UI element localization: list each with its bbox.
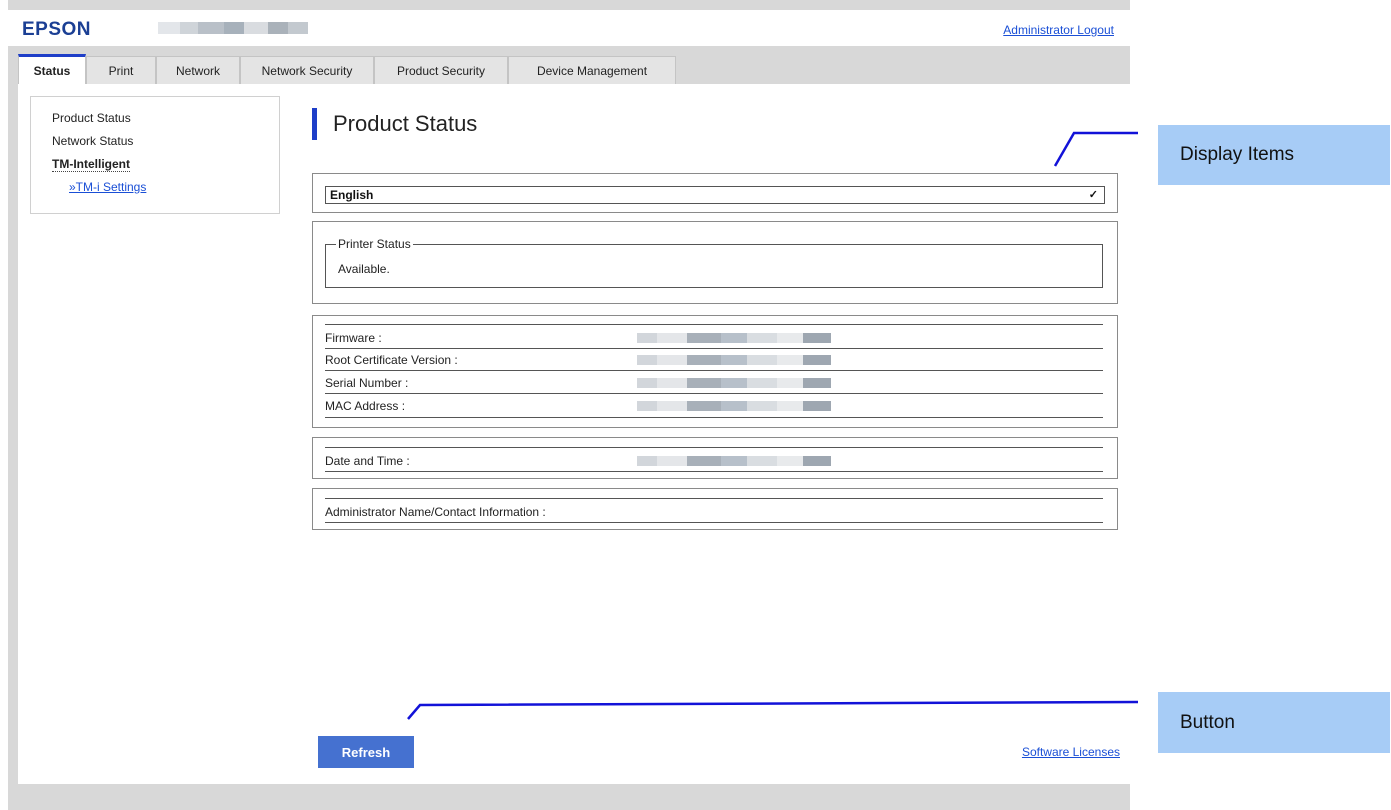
sidebar-item-network-status[interactable]: Network Status [52,134,133,148]
tab-product-security[interactable]: Product Security [374,56,508,84]
tab-network-security[interactable]: Network Security [240,56,374,84]
printer-status-box: Printer Status Available. [312,221,1118,304]
date-time-value-masked [637,456,831,466]
language-select-value: English [330,188,374,202]
divider [325,348,1103,349]
printer-status-value: Available. [338,262,390,276]
root-certificate-label: Root Certificate Version : [325,353,458,367]
divider [325,447,1103,448]
language-select[interactable]: English ✓ [325,186,1105,204]
divider [325,522,1103,523]
administrator-logout-link[interactable]: Administrator Logout [1003,23,1114,37]
sidebar-item-tm-intelligent[interactable]: TM-Intelligent [52,157,130,172]
tab-print[interactable]: Print [86,56,156,84]
refresh-button[interactable]: Refresh [318,736,414,768]
date-time-label: Date and Time : [325,454,410,468]
divider [325,498,1103,499]
serial-number-label: Serial Number : [325,376,409,390]
main-content: Product Status Network Status TM-Intelli… [18,84,1130,784]
product-info-box: Firmware : Root Certificate Version : Se… [312,315,1118,428]
date-time-box: Date and Time : [312,437,1118,479]
tab-device-management[interactable]: Device Management [508,56,676,84]
tab-network[interactable]: Network [156,56,240,84]
page-title: Product Status [312,108,477,140]
display-items-callout: Display Items [1158,125,1390,185]
firmware-value-masked [637,333,831,343]
header-bar: EPSON Administrator Logout [8,10,1130,46]
sidebar-item-product-status[interactable]: Product Status [52,111,131,125]
printer-status-legend: Printer Status [336,237,413,251]
software-licenses-link[interactable]: Software Licenses [1022,745,1120,759]
divider [325,324,1103,325]
divider [325,471,1103,472]
chevron-down-icon: ✓ [1088,189,1098,201]
masked-model-name [158,22,308,34]
tab-bar: Status Print Network Network Security Pr… [8,46,1130,84]
epson-logo: EPSON [22,19,92,40]
language-box: English ✓ [312,173,1118,213]
administrator-label: Administrator Name/Contact Information : [325,505,546,519]
printer-status-fieldset: Printer Status Available. [325,237,1103,288]
serial-number-value-masked [637,378,831,388]
mac-address-label: MAC Address : [325,399,406,413]
button-callout: Button [1158,692,1390,753]
divider [325,393,1103,394]
divider [325,370,1103,371]
divider [325,417,1103,418]
sidebar-link-tm-i-settings[interactable]: »TM-i Settings [69,180,146,194]
firmware-label: Firmware : [325,331,382,345]
root-certificate-value-masked [637,355,831,365]
administrator-box: Administrator Name/Contact Information : [312,488,1118,530]
sidebar-menu: Product Status Network Status TM-Intelli… [30,96,280,214]
tab-status[interactable]: Status [18,54,86,84]
mac-address-value-masked [637,401,831,411]
